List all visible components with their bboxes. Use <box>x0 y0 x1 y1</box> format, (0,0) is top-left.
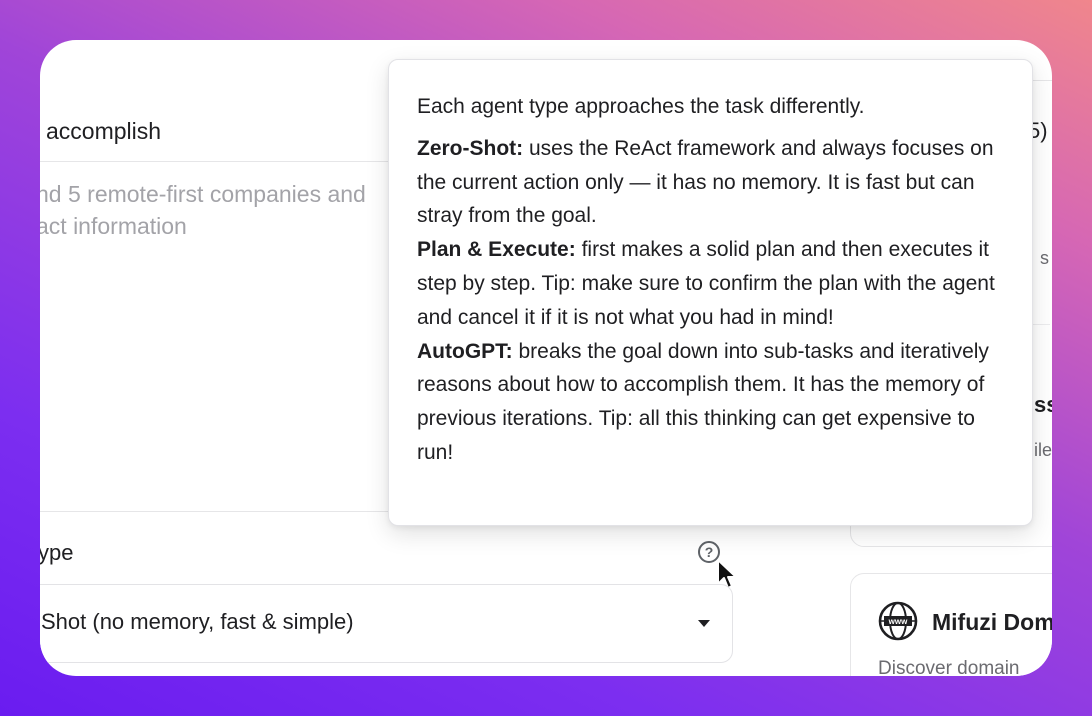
caret-down-icon <box>698 620 710 627</box>
goal-placeholder-line-1: nd 5 remote-first companies and <box>40 181 366 207</box>
globe-www-icon: www <box>878 601 918 641</box>
svg-text:www: www <box>888 617 908 626</box>
tooltip-item-zero-shot: Zero-Shot: uses the ReAct framework and … <box>417 132 1006 233</box>
goal-divider <box>40 161 400 162</box>
agent-type-select[interactable]: Shot (no memory, fast & simple) <box>40 584 733 663</box>
tooltip-intro: Each agent type approaches the task diff… <box>417 95 865 118</box>
mifuzi-description: Discover domain <box>878 658 1020 676</box>
tooltip-item-name: Zero-Shot: <box>417 136 524 160</box>
goal-input[interactable]: nd 5 remote-first companies and act info… <box>40 178 396 242</box>
agent-type-tooltip: Each agent type approaches the task diff… <box>388 59 1033 526</box>
tooltip-item-name: AutoGPT: <box>417 339 513 363</box>
agent-card-text-c: ile <box>1034 440 1052 460</box>
agent-card-text-a: s <box>1040 248 1049 268</box>
tooltip-item-plan-execute: Plan & Execute: first makes a solid plan… <box>417 233 1006 334</box>
agent-type-selected-value: Shot (no memory, fast & simple) <box>41 609 354 634</box>
goal-placeholder-line-2: act information <box>40 213 187 239</box>
tooltip-item-name: Plan & Execute: <box>417 238 576 262</box>
agent-card-text-b: ss <box>1034 392 1052 417</box>
tooltip-item-autogpt: AutoGPT: breaks the goal down into sub-t… <box>417 335 1006 470</box>
goal-label: accomplish <box>46 118 162 144</box>
agent-type-label: ype <box>40 540 74 565</box>
mifuzi-title: Mifuzi Dom <box>932 609 1052 635</box>
